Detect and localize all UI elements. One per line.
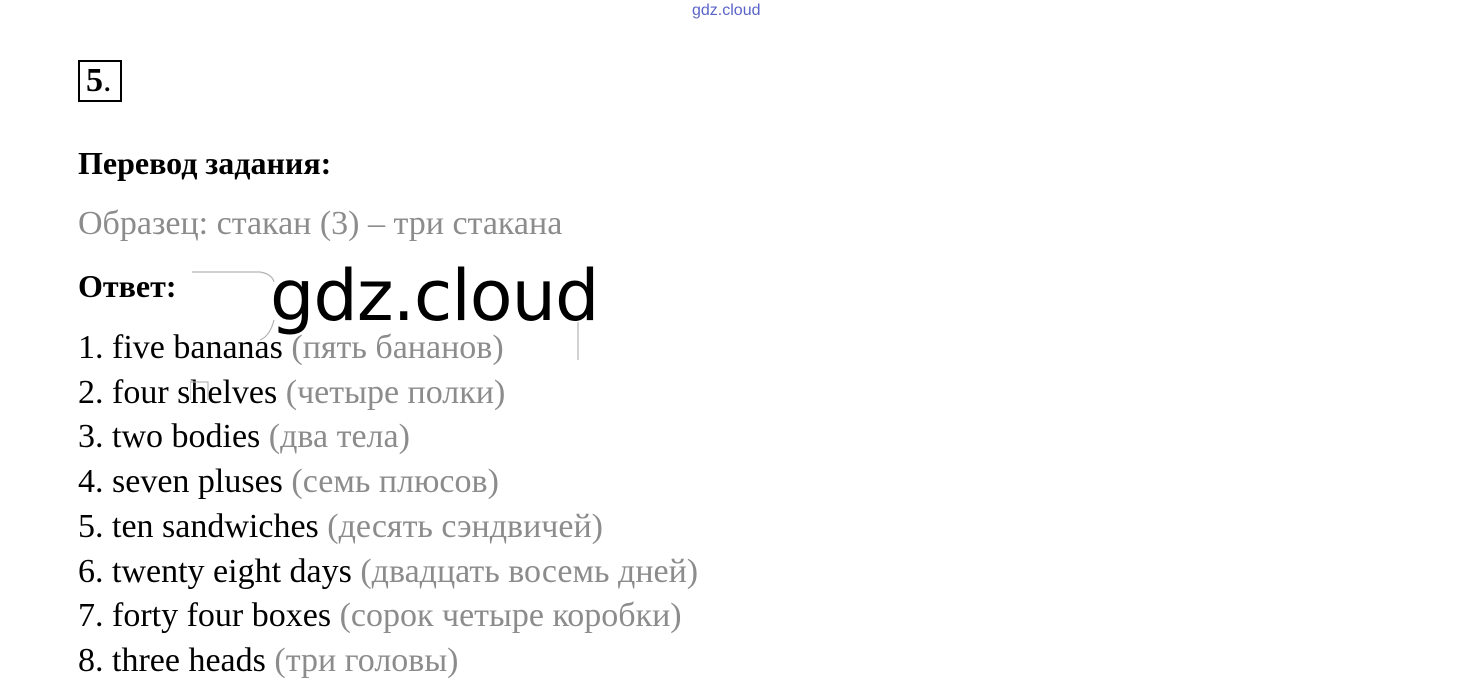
answer-list: 1. five bananas (пять бананов) 2. four s… — [78, 326, 698, 684]
answer-translation: (семь плюсов) — [291, 463, 499, 501]
answer-english: 2. four shelves — [78, 373, 278, 411]
answer-item-8: 8. three heads (три головы) — [78, 639, 698, 684]
answer-item-6: 6. twenty eight days (двадцать восемь дн… — [78, 550, 698, 595]
center-watermark: gdz.cloud — [270, 255, 599, 337]
answer-english: 3. two bodies — [78, 418, 261, 456]
answer-translation: (двадцать восемь дней) — [360, 552, 699, 590]
answer-item-4: 4. seven pluses (семь плюсов) — [78, 460, 698, 505]
answer-english: 6. twenty eight days — [78, 552, 352, 590]
answer-english: 8. three heads — [78, 641, 266, 679]
answer-heading: Ответ: — [78, 268, 177, 304]
answer-translation: (четыре полки) — [285, 373, 506, 411]
task-number: 5 — [86, 62, 103, 99]
translation-heading: Перевод задания: — [78, 145, 332, 181]
answer-translation: (три головы) — [274, 641, 459, 679]
answer-item-3: 3. two bodies (два тела) — [78, 415, 698, 460]
answer-translation: (сорок четыре коробки) — [339, 597, 682, 635]
answer-translation: (десять сэндвичей) — [327, 507, 603, 545]
answer-english: 1. five bananas — [78, 329, 283, 366]
answer-item-5: 5. ten sandwiches (десять сэндвичей) — [78, 505, 698, 550]
answer-english: 5. ten sandwiches — [78, 507, 319, 545]
answer-english: 7. forty four boxes — [78, 597, 332, 635]
answer-translation: (два тела) — [268, 418, 410, 456]
task-number-box: 5. — [78, 60, 122, 102]
top-watermark: gdz.cloud — [692, 2, 761, 19]
task-number-suffix: . — [103, 62, 112, 99]
answer-english: 4. seven pluses — [78, 463, 283, 501]
answer-item-7: 7. forty four boxes (сорок четыре коробк… — [78, 594, 698, 639]
answer-item-2: 2. four shelves (четыре полки) — [78, 371, 698, 416]
sample-line: Образец: стакан (3) – три стакана — [78, 205, 563, 242]
